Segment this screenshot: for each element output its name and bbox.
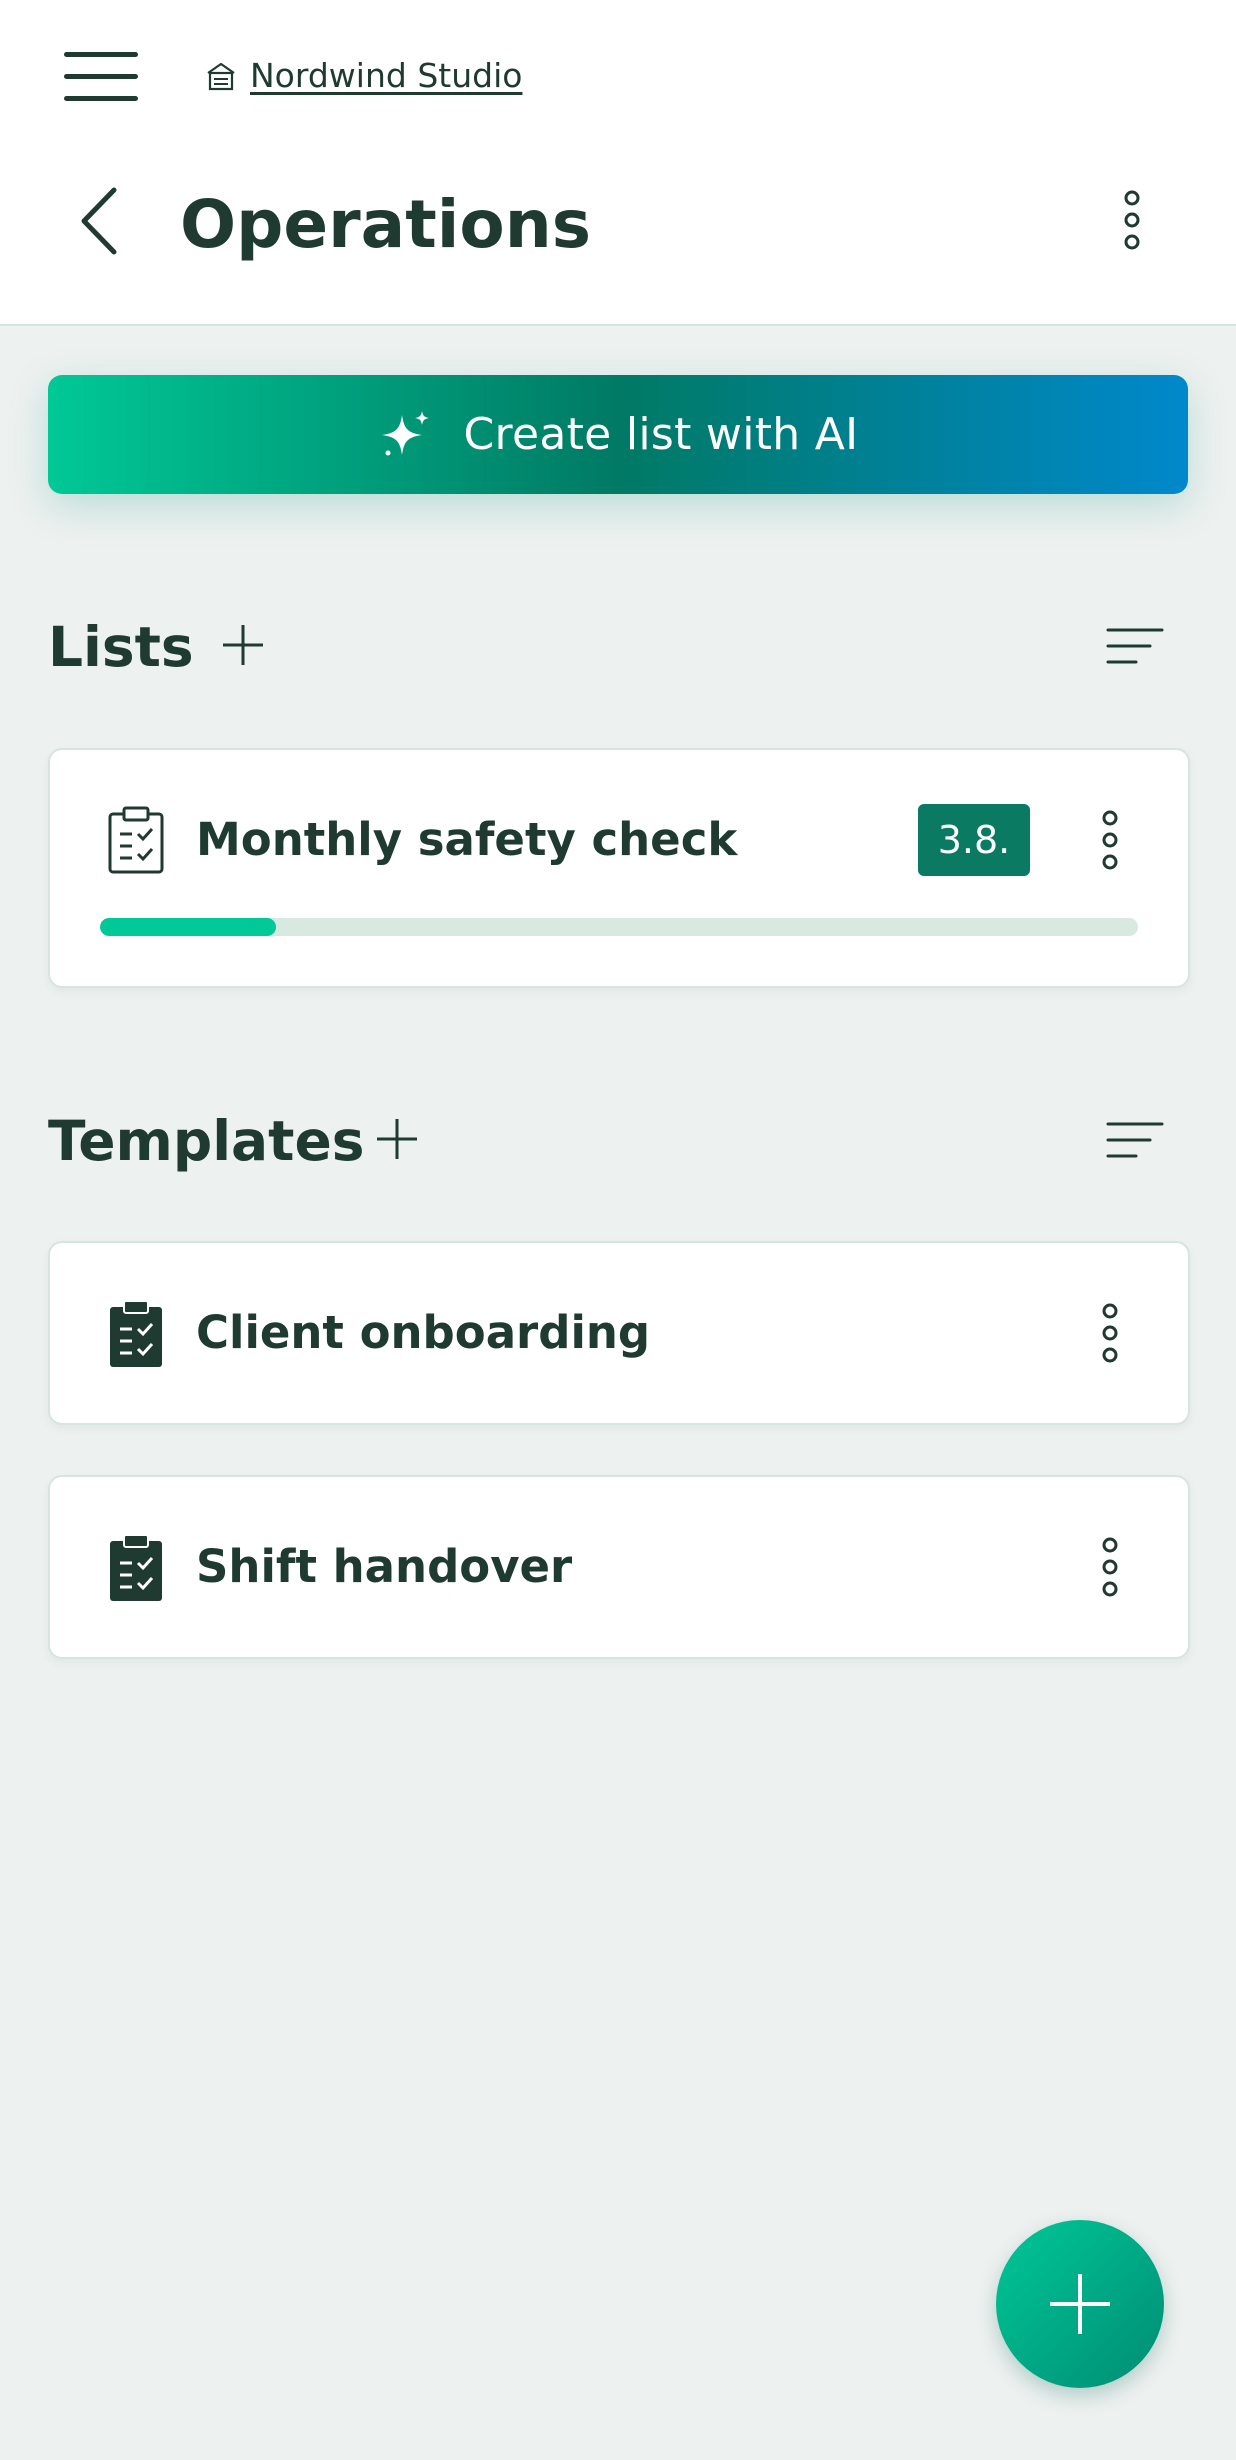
clipboard-check-filled-icon: [110, 1300, 162, 1367]
building-icon: [207, 62, 235, 90]
list-item-more-button[interactable]: [1090, 808, 1130, 872]
page-title: Operations: [180, 186, 591, 263]
template-item-title: Client onboarding: [196, 1306, 651, 1359]
list-item[interactable]: Monthly safety check 3.8.: [48, 748, 1190, 988]
list-progress-fill: [100, 918, 277, 936]
more-vertical-icon: [1102, 1303, 1118, 1363]
template-item-title: Shift handover: [196, 1540, 573, 1593]
workspace-name[interactable]: Nordwind Studio: [250, 56, 522, 95]
templates-section-title: Templates: [48, 1109, 365, 1173]
create-list-with-ai-button[interactable]: Create list with AI: [48, 375, 1188, 494]
more-vertical-icon: [1124, 190, 1140, 250]
floating-add-button[interactable]: [996, 2220, 1164, 2388]
sort-templates-button[interactable]: [1106, 1120, 1164, 1160]
list-item-title: Monthly safety check: [196, 813, 738, 866]
back-button[interactable]: [76, 184, 126, 258]
top-app-bar: Nordwind Studio Operations: [0, 0, 1236, 326]
template-item[interactable]: Client onboarding: [48, 1241, 1190, 1425]
more-options-button[interactable]: [1112, 188, 1152, 252]
add-list-button[interactable]: [220, 622, 266, 668]
more-vertical-icon: [1102, 1537, 1118, 1597]
more-vertical-icon: [1102, 810, 1118, 870]
clipboard-check-filled-icon: [110, 1534, 162, 1601]
template-item[interactable]: Shift handover: [48, 1475, 1190, 1659]
list-progress-bar: [100, 918, 1138, 936]
plus-icon: [377, 1119, 417, 1159]
sort-lists-button[interactable]: [1106, 626, 1164, 666]
clipboard-check-outline-icon: [108, 806, 164, 874]
template-item-more-button[interactable]: [1090, 1301, 1130, 1365]
due-date-badge: 3.8.: [918, 804, 1030, 876]
add-template-button[interactable]: [374, 1116, 420, 1162]
template-item-more-button[interactable]: [1090, 1535, 1130, 1599]
ai-button-label: Create list with AI: [463, 409, 859, 460]
lists-section-title: Lists: [48, 615, 194, 679]
plus-icon: [1050, 2274, 1110, 2334]
plus-icon: [223, 625, 263, 665]
sparkle-icon: [381, 410, 429, 455]
sort-icon: [1106, 628, 1164, 664]
workspace-link[interactable]: Nordwind Studio: [204, 56, 522, 95]
chevron-left-icon: [81, 187, 117, 255]
sort-icon: [1106, 1122, 1164, 1158]
hamburger-menu-icon[interactable]: [64, 52, 138, 102]
